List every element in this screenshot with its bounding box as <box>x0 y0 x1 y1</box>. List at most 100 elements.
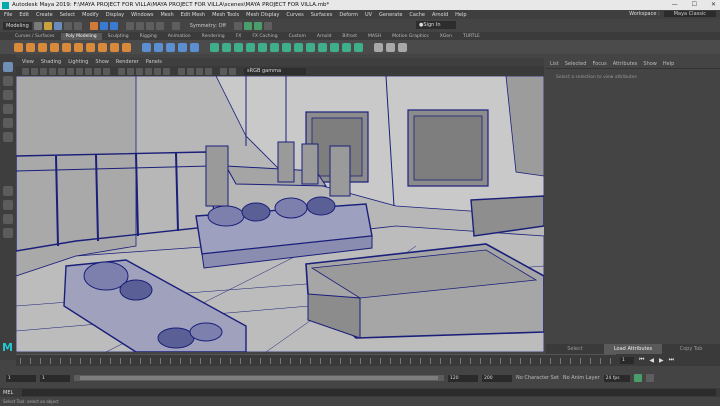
copy-tab-button[interactable]: Copy Tab <box>662 344 720 354</box>
single-view-layout-icon[interactable] <box>3 186 13 196</box>
scale-tool-icon[interactable] <box>3 132 13 142</box>
attr-tab-focus[interactable]: Focus <box>592 61 606 67</box>
ipr-render-icon[interactable] <box>253 21 262 30</box>
poly-text-icon[interactable] <box>110 42 119 52</box>
shelf-tab-fx[interactable]: FX <box>231 33 247 40</box>
start-frame-field[interactable]: 1 <box>6 374 36 382</box>
end-frame-field[interactable]: 200 <box>482 374 512 382</box>
play-forwards-button[interactable]: ▶ <box>659 357 664 364</box>
mirror-icon[interactable] <box>190 42 199 52</box>
film-gate-icon[interactable] <box>67 67 74 75</box>
save-scene-icon[interactable] <box>53 21 62 30</box>
shelf-tab-rigging[interactable]: Rigging <box>135 33 162 40</box>
planar-map-icon[interactable] <box>386 42 395 52</box>
shelf-tab-mash[interactable]: MASH <box>363 33 386 40</box>
render-view-icon[interactable] <box>233 21 242 30</box>
svg-icon[interactable] <box>122 42 131 52</box>
render-settings-icon[interactable] <box>263 21 272 30</box>
current-frame-field[interactable]: 1 <box>620 356 634 364</box>
panel-menu-shading[interactable]: Shading <box>41 59 61 65</box>
shelf-tab-fx-caching[interactable]: FX Caching <box>247 33 282 40</box>
poly-torus-icon[interactable] <box>62 42 71 52</box>
menu-mesh-display[interactable]: Mesh Display <box>246 12 279 18</box>
poly-sphere-icon[interactable] <box>14 42 23 52</box>
platonic-solid-icon[interactable] <box>98 42 107 52</box>
snap-curve-icon[interactable] <box>135 21 144 30</box>
poke-icon[interactable] <box>342 42 351 52</box>
menu-surfaces[interactable]: Surfaces <box>311 12 333 18</box>
target-weld-icon[interactable] <box>294 42 303 52</box>
auto-map-icon[interactable] <box>398 42 407 52</box>
menu-cache[interactable]: Cache <box>409 12 425 18</box>
poly-cone-icon[interactable] <box>50 42 59 52</box>
move-tool-icon[interactable] <box>3 104 13 114</box>
safe-action-icon[interactable] <box>103 67 110 75</box>
shelf-tab-turtle[interactable]: TURTLE <box>458 33 485 40</box>
combine-icon[interactable] <box>142 42 151 52</box>
snap-point-icon[interactable] <box>145 21 154 30</box>
attr-tab-attributes[interactable]: Attributes <box>613 61 638 67</box>
wedge-icon[interactable] <box>354 42 363 52</box>
play-backwards-button[interactable]: ◀ <box>649 357 654 364</box>
menu-uv[interactable]: UV <box>365 12 372 18</box>
xray-joints-icon[interactable] <box>196 67 203 75</box>
panel-menu-lighting[interactable]: Lighting <box>68 59 88 65</box>
gamma-icon[interactable] <box>229 67 236 75</box>
open-scene-icon[interactable] <box>43 21 52 30</box>
menu-edit[interactable]: Edit <box>19 12 29 18</box>
select-camera-icon[interactable] <box>22 67 29 75</box>
select-hierarchy-icon[interactable] <box>89 21 98 30</box>
shelf-tab-poly-modeling[interactable]: Poly Modeling <box>60 33 102 40</box>
load-attributes-button[interactable]: Load Attributes <box>604 344 662 354</box>
undo-icon[interactable] <box>63 21 72 30</box>
command-input[interactable] <box>22 389 716 396</box>
shelf-tab-bifrost[interactable]: Bifrost <box>337 33 362 40</box>
poly-cube-icon[interactable] <box>26 42 35 52</box>
offset-loop-icon[interactable] <box>330 42 339 52</box>
perspective-viewport[interactable] <box>16 76 544 352</box>
fps-dropdown[interactable]: 24 fps <box>603 374 630 382</box>
append-to-polygon-icon[interactable] <box>258 42 267 52</box>
menu-generate[interactable]: Generate <box>379 12 402 18</box>
menuset-dropdown[interactable]: Modeling <box>3 21 32 30</box>
edge-loop-icon[interactable] <box>318 42 327 52</box>
quad-draw-icon[interactable] <box>306 42 315 52</box>
panel-menu-view[interactable]: View <box>22 59 34 65</box>
menu-mesh-tools[interactable]: Mesh Tools <box>212 12 239 18</box>
boolean-icon[interactable] <box>178 42 187 52</box>
poly-plane-icon[interactable] <box>74 42 83 52</box>
image-plane-icon[interactable] <box>49 67 56 75</box>
bevel-icon[interactable] <box>234 42 243 52</box>
shadows-icon[interactable] <box>163 67 170 75</box>
playback-end-field[interactable]: 120 <box>448 374 478 382</box>
maximize-button[interactable]: ☐ <box>692 1 697 8</box>
new-scene-icon[interactable] <box>33 21 42 30</box>
fill-hole-icon[interactable] <box>270 42 279 52</box>
select-object-icon[interactable] <box>99 21 108 30</box>
wireframe-icon[interactable] <box>118 67 125 75</box>
symmetry-label[interactable]: Symmetry: Off <box>190 23 226 29</box>
attr-tab-show[interactable]: Show <box>643 61 657 67</box>
menu-display[interactable]: Display <box>106 12 124 18</box>
outliner-icon[interactable] <box>3 228 13 238</box>
lasso-tool-icon[interactable] <box>3 76 13 86</box>
range-slider[interactable] <box>74 375 444 381</box>
shelf-tab-arnold[interactable]: Arnold <box>312 33 337 40</box>
wireframe-on-shaded-icon[interactable] <box>136 67 143 75</box>
multi-cut-icon[interactable] <box>282 42 291 52</box>
shelf-tab-custom[interactable]: Custom <box>284 33 311 40</box>
time-slider[interactable] <box>16 354 616 366</box>
smooth-icon[interactable] <box>166 42 175 52</box>
character-set-label[interactable]: No Character Set <box>516 375 559 381</box>
select-tool-icon[interactable] <box>3 62 13 72</box>
menu-modify[interactable]: Modify <box>82 12 99 18</box>
menu-windows[interactable]: Windows <box>131 12 153 18</box>
redo-icon[interactable] <box>73 21 82 30</box>
extrude-icon[interactable] <box>210 42 219 52</box>
smooth-shade-icon[interactable] <box>127 67 134 75</box>
anim-layer-label[interactable]: No Anim Layer <box>563 375 600 381</box>
menu-curves[interactable]: Curves <box>286 12 303 18</box>
shelf-tab-animation[interactable]: Animation <box>163 33 196 40</box>
menu-deform[interactable]: Deform <box>339 12 358 18</box>
menu-edit-mesh[interactable]: Edit Mesh <box>181 12 205 18</box>
